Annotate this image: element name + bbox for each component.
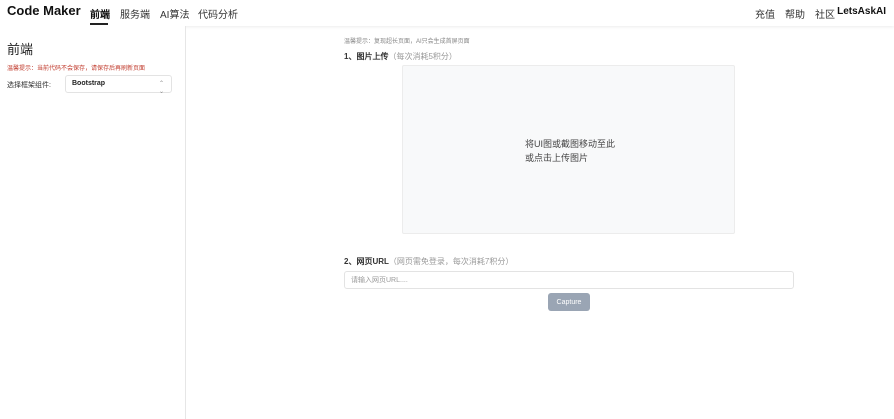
chevron-up-down-icon: ⌃ ⌄	[158, 81, 164, 95]
upload-hint-line2: 或点击上传图片	[525, 153, 589, 163]
nav-community-link[interactable]: 社区	[815, 6, 835, 21]
sidebar-title: 前端	[7, 42, 34, 57]
nav-recharge-link[interactable]: 充值	[755, 6, 775, 21]
image-upload-dropzone[interactable]: 将UI图或截图移动至此 或点击上传图片	[402, 65, 735, 234]
url-cost-note: （网页需免登录，每次消耗7积分）	[388, 257, 514, 266]
user-name[interactable]: LetsAskAI	[837, 6, 886, 17]
upload-section-title: 1、图片上传（每次消耗5积分）	[344, 51, 457, 62]
nav-tab-backend[interactable]: 服务端	[120, 6, 150, 21]
nav-help-link[interactable]: 帮助	[785, 6, 805, 21]
nav-tab-ai-algorithm[interactable]: AI算法	[160, 6, 189, 21]
upload-cost-note: （每次消耗5积分）	[388, 52, 457, 61]
upload-title-text: 1、图片上传	[344, 52, 389, 61]
framework-label: 选择框架组件:	[7, 82, 51, 89]
nav-tab-code-analysis[interactable]: 代码分析	[198, 6, 238, 21]
sidebar: 前端 温馨提示：当前代码不会保存，请保存后再刷新页面 选择框架组件: Boots…	[0, 26, 186, 419]
url-input[interactable]	[344, 271, 794, 289]
nav-tab-frontend[interactable]: 前端	[90, 6, 110, 21]
save-warning: 温馨提示：当前代码不会保存，请保存后再刷新页面	[7, 66, 146, 72]
active-tab-indicator	[90, 23, 108, 25]
upload-hint-line1: 将UI图或截图移动至此	[525, 139, 616, 149]
framework-select[interactable]: Bootstrap ⌃ ⌄	[65, 75, 172, 95]
framework-selected-value: Bootstrap	[72, 80, 106, 87]
capture-button[interactable]: Capture	[548, 293, 590, 311]
top-navbar: Code Maker 前端 服务端 AI算法 代码分析 充值 帮助 社区 Let…	[0, 0, 894, 26]
url-section-title: 2、网页URL（网页需免登录，每次消耗7积分）	[344, 256, 513, 267]
upload-hint: 将UI图或截图移动至此 或点击上传图片	[525, 137, 615, 165]
main-tip: 温馨提示：复现超长页面，AI只会生成首屏页面	[344, 39, 470, 45]
url-title-text: 2、网页URL	[344, 257, 389, 266]
brand-logo[interactable]: Code Maker	[7, 3, 81, 18]
